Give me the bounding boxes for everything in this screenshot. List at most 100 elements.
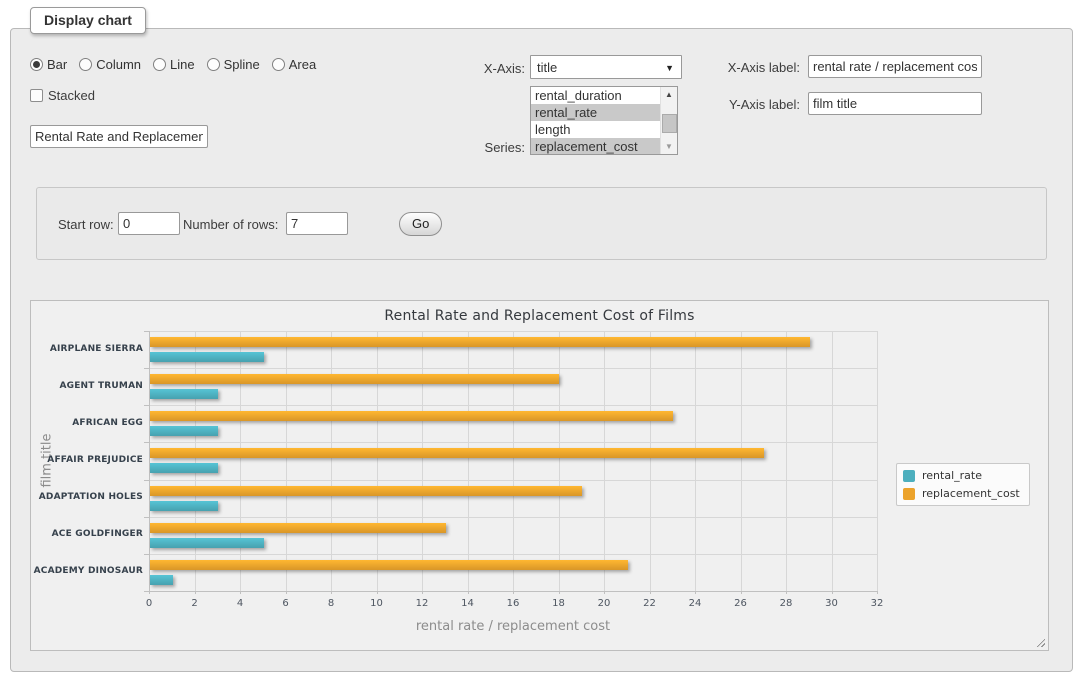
x-tick-label: 26	[724, 598, 758, 609]
series-listbox[interactable]: rental_durationrental_ratelengthreplacem…	[530, 86, 678, 155]
listbox-scrollbar[interactable]: ▲ ▼	[660, 87, 677, 154]
x-axis-select[interactable]: title ▼	[530, 55, 682, 79]
stacked-option: Stacked	[30, 88, 95, 103]
fieldset-legend: Display chart	[30, 7, 146, 34]
radio-column[interactable]	[79, 58, 92, 71]
x-tick-label: 24	[678, 598, 712, 609]
category-label: AFFAIR PREJUDICE	[33, 455, 143, 465]
x-tick	[877, 591, 878, 594]
chart-bar-rental_rate[interactable]	[150, 538, 264, 548]
y-axis-line	[149, 331, 150, 591]
chart-legend: rental_rate replacement_cost	[896, 463, 1030, 506]
chart-type-option-spline: Spline	[207, 57, 260, 72]
row-range-box: Start row: Number of rows: Go	[36, 187, 1047, 260]
radio-line[interactable]	[153, 58, 166, 71]
x-tick-label: 14	[451, 598, 485, 609]
x-tick-label: 10	[360, 598, 394, 609]
scroll-up-icon[interactable]: ▲	[661, 87, 677, 102]
gridline	[149, 554, 877, 555]
category-label: AFRICAN EGG	[33, 418, 143, 428]
chart-bar-rental_rate[interactable]	[150, 389, 218, 399]
x-tick-label: 16	[496, 598, 530, 609]
chart-bar-rental_rate[interactable]	[150, 501, 218, 511]
series-select-label: Series:	[455, 140, 525, 155]
x-tick-label: 30	[815, 598, 849, 609]
x-axis-select-label: X-Axis:	[455, 61, 525, 76]
x-axis-label-label: X-Axis label:	[700, 60, 800, 75]
gridline	[786, 331, 787, 591]
gridline	[149, 368, 877, 369]
x-axis-line	[149, 591, 877, 592]
chart-type-option-area: Area	[272, 57, 316, 72]
chart-type-radio-group: Bar Column Line Spline Area	[30, 57, 322, 72]
go-button[interactable]: Go	[399, 212, 442, 236]
chart-bar-rental_rate[interactable]	[150, 575, 173, 585]
radio-label: Column	[96, 57, 141, 72]
x-axis-label-input[interactable]	[808, 55, 982, 78]
stacked-checkbox[interactable]	[30, 89, 43, 102]
radio-label: Line	[170, 57, 195, 72]
gridline	[377, 331, 378, 591]
legend-swatch-icon	[903, 488, 915, 500]
stacked-label: Stacked	[48, 88, 95, 103]
gridline	[331, 331, 332, 591]
chart-bar-replacement_cost[interactable]	[150, 486, 582, 496]
radio-spline[interactable]	[207, 58, 220, 71]
chart-type-option-line: Line	[153, 57, 195, 72]
category-label: AGENT TRUMAN	[33, 381, 143, 391]
chart-title: Rental Rate and Replacement Cost of Film…	[31, 308, 1048, 324]
category-label: ACE GOLDFINGER	[33, 529, 143, 539]
gridline	[149, 442, 877, 443]
y-axis-label-input[interactable]	[808, 92, 982, 115]
gridline	[149, 331, 877, 332]
gridline	[195, 331, 196, 591]
gridline	[149, 405, 877, 406]
gridline	[832, 331, 833, 591]
chart-type-option-bar: Bar	[30, 57, 67, 72]
scroll-down-icon[interactable]: ▼	[661, 139, 677, 154]
x-tick-label: 4	[223, 598, 257, 609]
gridline	[604, 331, 605, 591]
gridline	[513, 331, 514, 591]
series-option-length[interactable]: length	[531, 121, 660, 138]
legend-item-rental_rate[interactable]: rental_rate	[903, 469, 1020, 482]
legend-label: replacement_cost	[922, 487, 1020, 500]
chart-bar-replacement_cost[interactable]	[150, 374, 559, 384]
x-tick-label: 6	[269, 598, 303, 609]
scrollbar-thumb[interactable]	[662, 114, 677, 133]
gridline	[422, 331, 423, 591]
chart-container: Rental Rate and Replacement Cost of Film…	[30, 300, 1049, 651]
x-tick-label: 0	[132, 598, 166, 609]
dropdown-arrow-icon: ▼	[665, 63, 674, 73]
chart-bar-replacement_cost[interactable]	[150, 560, 628, 570]
gridline	[286, 331, 287, 591]
chart-bar-rental_rate[interactable]	[150, 352, 264, 362]
legend-label: rental_rate	[922, 469, 982, 482]
series-option-replacement_cost[interactable]: replacement_cost	[531, 138, 660, 155]
radio-bar[interactable]	[30, 58, 43, 71]
chart-bar-replacement_cost[interactable]	[150, 337, 810, 347]
gridline	[877, 331, 878, 591]
series-option-rental_duration[interactable]: rental_duration	[531, 87, 660, 104]
series-option-rental_rate[interactable]: rental_rate	[531, 104, 660, 121]
gridline	[559, 331, 560, 591]
gridline	[149, 517, 877, 518]
x-tick-label: 2	[178, 598, 212, 609]
chart-bar-rental_rate[interactable]	[150, 426, 218, 436]
chart-bar-replacement_cost[interactable]	[150, 411, 673, 421]
x-tick-label: 12	[405, 598, 439, 609]
category-label: ADAPTATION HOLES	[33, 492, 143, 502]
number-of-rows-input[interactable]	[286, 212, 348, 235]
gridline	[695, 331, 696, 591]
chart-title-input[interactable]	[30, 125, 208, 148]
chart-bar-replacement_cost[interactable]	[150, 523, 446, 533]
start-row-input[interactable]	[118, 212, 180, 235]
x-axis-title: rental rate / replacement cost	[149, 619, 877, 634]
x-tick-label: 32	[860, 598, 894, 609]
gridline	[741, 331, 742, 591]
chart-bar-replacement_cost[interactable]	[150, 448, 764, 458]
legend-item-replacement_cost[interactable]: replacement_cost	[903, 487, 1020, 500]
chart-bar-rental_rate[interactable]	[150, 463, 218, 473]
radio-area[interactable]	[272, 58, 285, 71]
resize-handle-icon[interactable]	[1036, 638, 1045, 647]
